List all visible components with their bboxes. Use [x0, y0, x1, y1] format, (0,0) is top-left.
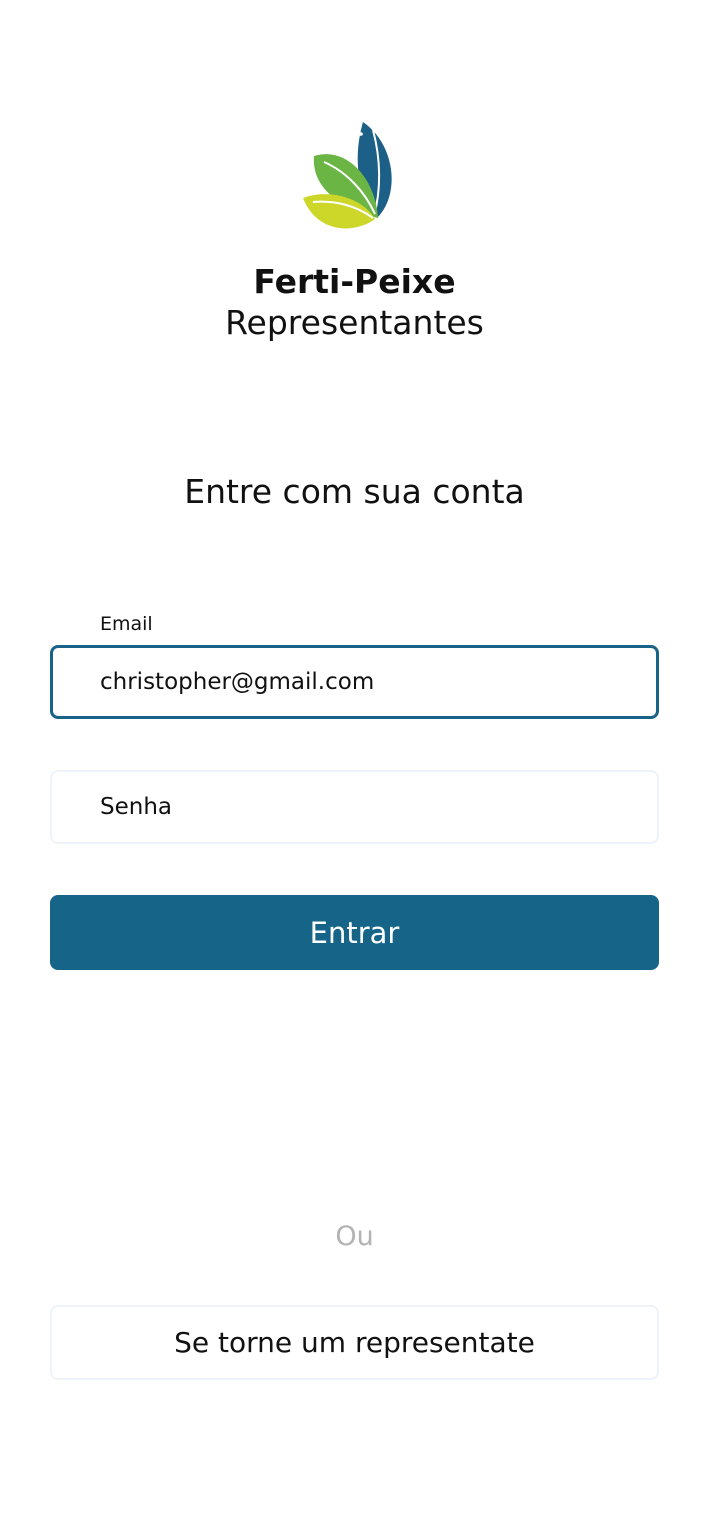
email-label: Email	[100, 613, 153, 635]
password-field[interactable]: Senha	[50, 770, 659, 844]
brand-subtitle: Representantes	[225, 303, 484, 342]
email-field[interactable]: christopher@gmail.com	[50, 645, 659, 719]
login-button[interactable]: Entrar	[50, 895, 659, 970]
or-divider: Ou	[335, 1221, 374, 1252]
password-placeholder: Senha	[100, 794, 172, 820]
login-heading: Entre com sua conta	[184, 472, 525, 511]
become-representative-button[interactable]: Se torne um representate	[50, 1305, 659, 1380]
email-value: christopher@gmail.com	[100, 669, 375, 695]
brand-title: Ferti-Peixe	[253, 262, 456, 301]
leaf-fish-logo-icon	[303, 122, 392, 229]
